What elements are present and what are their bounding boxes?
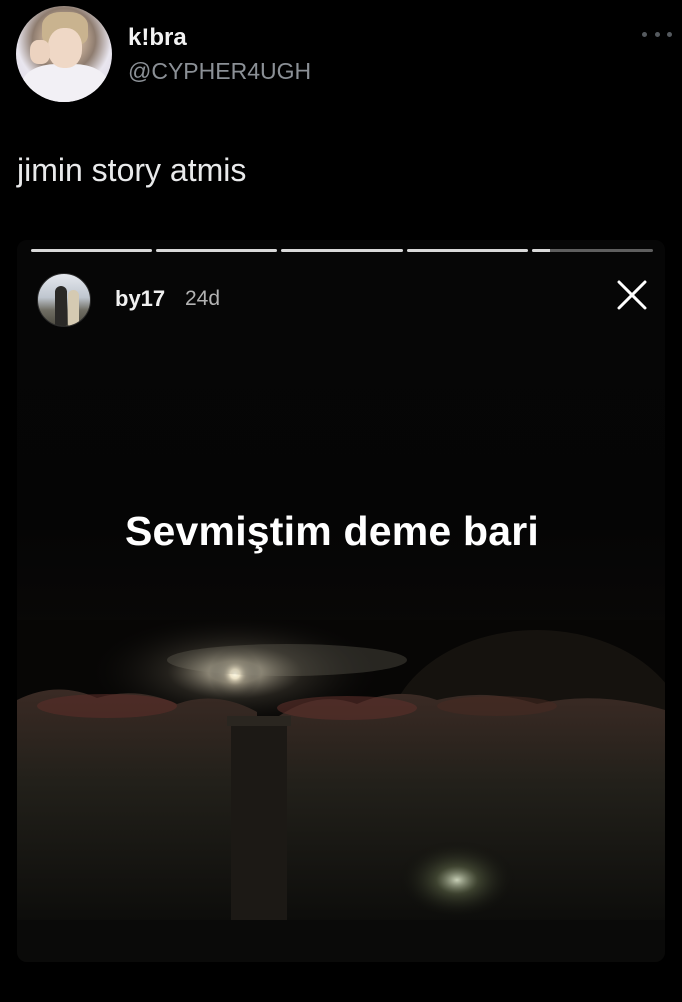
progress-segment bbox=[156, 249, 278, 252]
story-caption: Sevmiştim deme bari bbox=[125, 508, 539, 554]
story-username[interactable]: by17 bbox=[115, 286, 165, 312]
progress-segment bbox=[281, 249, 403, 252]
user-handle[interactable]: @CYPHER4UGH bbox=[128, 58, 311, 85]
display-name[interactable]: k!bra bbox=[128, 24, 187, 52]
progress-segment bbox=[31, 249, 153, 252]
story-avatar[interactable] bbox=[37, 273, 91, 327]
progress-segment bbox=[406, 249, 528, 252]
more-horizontal-icon[interactable] bbox=[642, 28, 672, 40]
story-timestamp: 24d bbox=[185, 287, 221, 310]
night-garden-photo bbox=[17, 620, 665, 962]
progress-segment bbox=[531, 249, 654, 252]
close-icon[interactable] bbox=[615, 278, 649, 312]
tweet-text: jimin story atmis bbox=[17, 152, 247, 188]
tweet-header: k!bra @CYPHER4UGH bbox=[16, 6, 672, 106]
story-progress-bar bbox=[31, 249, 654, 253]
avatar[interactable] bbox=[16, 6, 112, 102]
story-screenshot: by17 24d Sevmiştim deme bari bbox=[17, 240, 665, 962]
